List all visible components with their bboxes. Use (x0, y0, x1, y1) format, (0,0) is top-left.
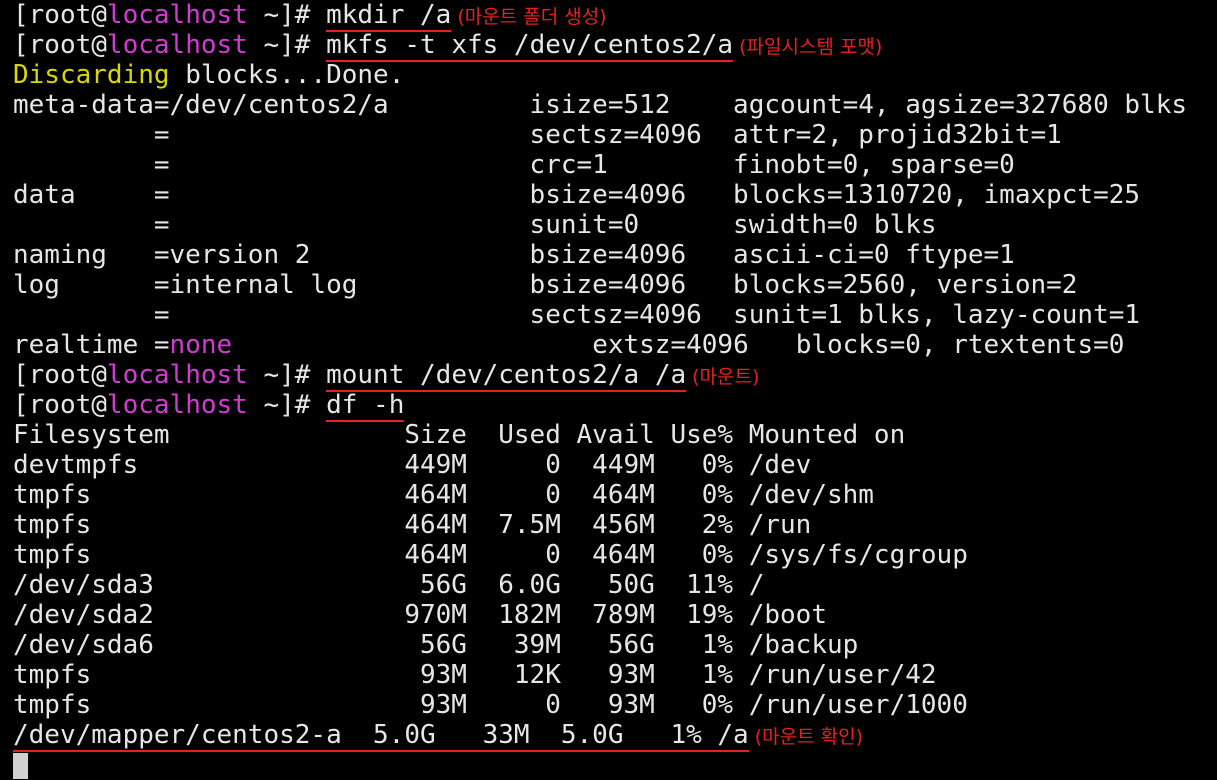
prompt-host: localhost (106, 390, 248, 420)
realtime-value: none (169, 330, 233, 360)
realtime-rest: extsz=4096 blocks=0, rtextents=0 (232, 330, 1125, 360)
df-row: /dev/sda3 56G 6.0G 50G 11% / (13, 570, 765, 600)
df-row: tmpfs 93M 0 93M 0% /run/user/1000 (13, 690, 968, 720)
output-line: log =internal log bsize=4096 blocks=2560… (13, 270, 1078, 300)
annotation-note: (마운트 확인) (754, 726, 863, 748)
annotation-note: (마운트) (692, 366, 760, 388)
prompt-suffix: ~]# (247, 360, 327, 390)
command-line-mkdir: [root@localhost ~]# mkdir /a (마운트 폴더 생성) (13, 0, 1217, 32)
prompt-host: localhost (106, 0, 248, 30)
output-line: = crc=1 finobt=0, sparse=0 (13, 150, 1015, 180)
terminal-window[interactable]: [root@localhost ~]# mkdir /a (마운트 폴더 생성) … (0, 0, 1217, 779)
df-row-mounted: /dev/mapper/centos2-a 5.0G 33M 5.0G 1% /… (13, 720, 1217, 752)
df-row: tmpfs 93M 12K 93M 1% /run/user/42 (13, 660, 937, 690)
output-discarding: Discarding blocks...Done. (13, 60, 1217, 90)
command-line-mkfs: [root@localhost ~]# mkfs -t xfs /dev/cen… (13, 30, 1217, 62)
df-row-text: /dev/mapper/centos2-a 5.0G 33M 5.0G 1% /… (13, 720, 749, 752)
df-row: /dev/sda6 56G 39M 56G 1% /backup (13, 630, 859, 660)
df-row: /dev/sda2 970M 182M 789M 19% /boot (13, 600, 827, 630)
annotation-note: (마운트 폴더 생성) (457, 6, 607, 28)
output-line: = sunit=0 swidth=0 blks (13, 210, 937, 240)
prompt-user: [root@ (13, 0, 107, 30)
command-text: mkdir /a (326, 0, 452, 32)
discarding-word: Discarding (13, 60, 170, 90)
output-line: naming =version 2 bsize=4096 ascii-ci=0 … (13, 240, 1015, 270)
realtime-label: realtime = (13, 330, 170, 360)
command-text: mount /dev/centos2/a /a (326, 360, 687, 392)
prompt-user: [root@ (13, 390, 107, 420)
output-realtime: realtime =none extsz=4096 blocks=0, rtex… (13, 330, 1217, 360)
command-line-df: [root@localhost ~]# df -h (13, 390, 1217, 422)
prompt-suffix: ~]# (247, 0, 327, 30)
command-line-mount: [root@localhost ~]# mount /dev/centos2/a… (13, 360, 1217, 392)
discarding-rest: blocks...Done. (169, 60, 405, 90)
prompt-suffix: ~]# (247, 390, 327, 420)
output-line: meta-data=/dev/centos2/a isize=512 agcou… (13, 90, 1187, 120)
prompt-host: localhost (106, 360, 248, 390)
prompt-host: localhost (106, 30, 248, 60)
annotation-note: (파일시스템 포맷) (739, 36, 883, 58)
prompt-suffix: ~]# (247, 30, 327, 60)
command-text: df -h (326, 390, 405, 422)
output-line: data = bsize=4096 blocks=1310720, imaxpc… (13, 180, 1141, 210)
prompt-user: [root@ (13, 360, 107, 390)
df-header: Filesystem Size Used Avail Use% Mounted … (13, 420, 906, 450)
output-line: = sectsz=4096 attr=2, projid32bit=1 (13, 120, 1062, 150)
df-row: tmpfs 464M 0 464M 0% /sys/fs/cgroup (13, 540, 968, 570)
output-line: = sectsz=4096 sunit=1 blks, lazy-count=1 (13, 300, 1141, 330)
prompt-user: [root@ (13, 30, 107, 60)
df-row: tmpfs 464M 7.5M 456M 2% /run (13, 510, 812, 540)
df-row: tmpfs 464M 0 464M 0% /dev/shm (13, 480, 874, 510)
df-row: devtmpfs 449M 0 449M 0% /dev (13, 450, 812, 480)
command-text: mkfs -t xfs /dev/centos2/a (326, 30, 734, 62)
cursor (13, 752, 28, 779)
